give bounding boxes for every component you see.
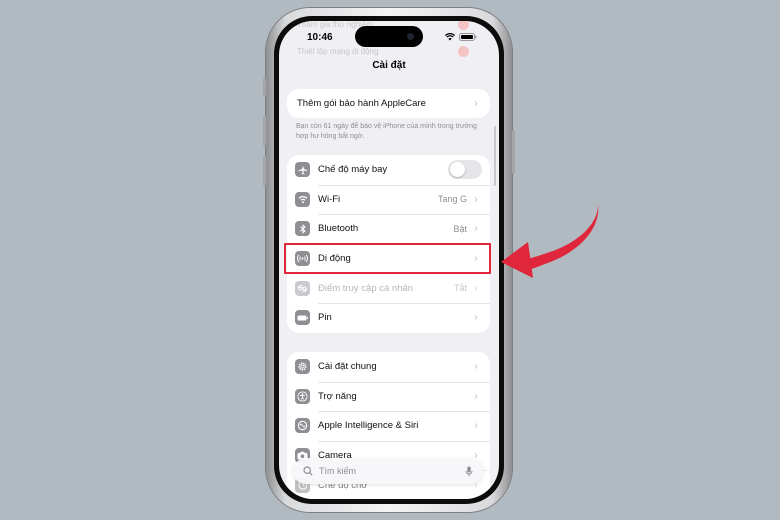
bluetooth-icon [295, 221, 310, 237]
airplane-icon [295, 162, 310, 178]
hotspot-icon [295, 280, 310, 296]
applecare-row[interactable]: Thêm gói bảo hành AppleCare › [287, 89, 490, 118]
general-settings-row[interactable]: Cài đặt chung › [287, 352, 490, 382]
highlight-box [284, 243, 491, 274]
siri-icon [295, 418, 310, 434]
wifi-status-icon [445, 33, 455, 41]
apple-intelligence-siri-row[interactable]: Apple Intelligence & Siri › [287, 411, 490, 441]
chevron-right-icon: › [474, 361, 478, 373]
personal-hotspot-row[interactable]: Điểm truy cập cá nhân Tắt › [287, 273, 490, 303]
wifi-value: Tang G [437, 194, 467, 205]
scrollbar[interactable] [493, 126, 496, 186]
chevron-right-icon: › [474, 420, 478, 432]
gear-icon [295, 359, 310, 375]
status-icons [445, 33, 477, 41]
bluetooth-value: Bật [453, 223, 467, 234]
apple-intelligence-siri-label: Apple Intelligence & Siri [318, 420, 419, 432]
chevron-right-icon: › [474, 193, 478, 205]
volume-down-button [263, 156, 266, 186]
accessibility-icon [295, 388, 310, 404]
wifi-icon [295, 191, 310, 207]
airplane-mode-toggle[interactable] [448, 160, 482, 180]
power-button [512, 130, 515, 174]
chevron-right-icon: › [474, 390, 478, 402]
volume-up-button [263, 116, 266, 146]
battery-row[interactable]: Pin › [287, 302, 490, 333]
personal-hotspot-value: Tắt [453, 283, 467, 294]
front-camera [407, 33, 414, 40]
page-title: Cài đặt [372, 60, 406, 71]
airplane-mode-row[interactable]: Chế độ máy bay [287, 155, 490, 185]
accessibility-label: Trợ năng [318, 390, 357, 402]
ghost-badge [458, 21, 469, 30]
chevron-right-icon: › [474, 282, 478, 294]
battery-icon [295, 310, 310, 326]
bluetooth-label: Bluetooth [318, 223, 359, 235]
ghost-badge [458, 46, 469, 57]
wifi-row[interactable]: Wi-Fi Tang G › [287, 184, 490, 215]
search-icon [303, 466, 313, 476]
toggle-knob [450, 162, 465, 178]
microphone-icon[interactable] [465, 466, 473, 477]
battery-label: Pin [318, 312, 332, 324]
pointer-arrow [501, 204, 599, 278]
chevron-right-icon: › [474, 312, 478, 324]
applecare-footnote: Bạn còn 61 ngày để bảo vệ iPhone của mìn… [296, 123, 477, 140]
chevron-right-icon: › [474, 98, 478, 109]
dynamic-island [355, 26, 423, 47]
search-bar[interactable]: Tìm kiếm [293, 458, 483, 484]
action-button [263, 78, 266, 96]
status-time: 10:46 [307, 32, 333, 43]
battery-status-icon [459, 33, 477, 41]
general-settings-label: Cài đặt chung [318, 361, 377, 373]
bluetooth-row[interactable]: Bluetooth Bật › [287, 214, 490, 244]
ghost-row: Thiết lập mạng di động [297, 47, 379, 56]
accessibility-row[interactable]: Trợ năng › [287, 381, 490, 412]
wifi-label: Wi-Fi [318, 193, 341, 205]
applecare-group: Thêm gói bảo hành AppleCare › [287, 89, 490, 118]
chevron-right-icon: › [474, 223, 478, 235]
airplane-mode-label: Chế độ máy bay [318, 164, 388, 176]
personal-hotspot-label: Điểm truy cập cá nhân [318, 282, 414, 294]
search-input[interactable]: Tìm kiếm [319, 466, 465, 476]
applecare-label: Thêm gói bảo hành AppleCare [297, 98, 426, 109]
